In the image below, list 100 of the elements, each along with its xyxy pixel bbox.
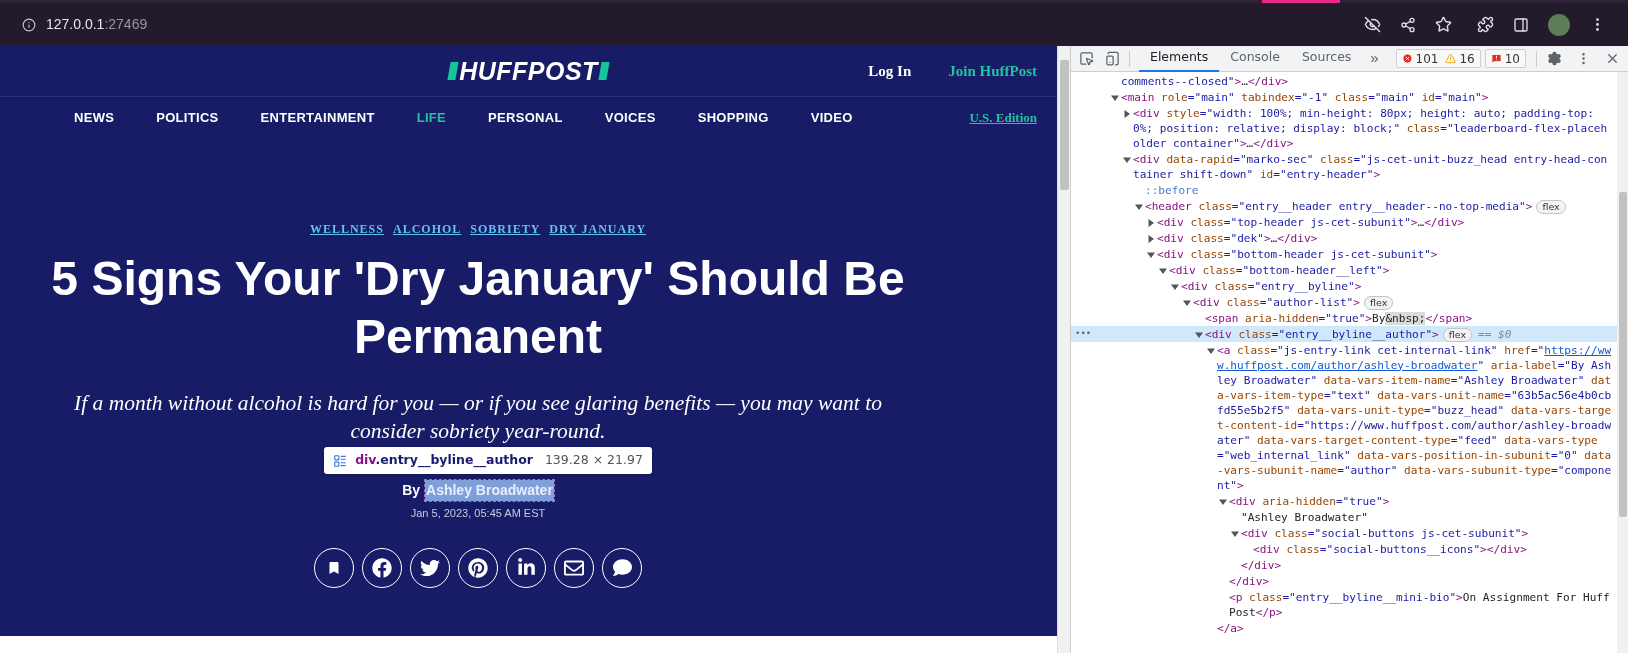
nav-link[interactable]: POLITICS — [156, 107, 219, 128]
collapsed-arrow-icon[interactable] — [1147, 234, 1155, 243]
speech-bubble-icon — [612, 558, 632, 577]
tree-row[interactable]: <main role="main" tabindex="-1" class="main" id="main"> — [1071, 89, 1617, 105]
collapsed-arrow-icon[interactable] — [1123, 109, 1131, 118]
tree-row[interactable]: <span aria-hidden="true">By&nbsp;</span> — [1071, 310, 1617, 326]
tree-row[interactable]: <div class="dek">…</div> — [1071, 230, 1617, 246]
flex-badge[interactable]: flex — [1364, 295, 1394, 310]
dom-node-markup: <div class="entry__byline__author"> — [1205, 327, 1439, 341]
dom-node-markup: <span aria-hidden="true">By&nbsp;</span> — [1205, 311, 1473, 325]
flex-badge[interactable]: flex — [1536, 199, 1566, 214]
dom-node-markup: <div class="social-buttons__icons"></div> — [1253, 542, 1527, 556]
nav-link[interactable]: SHOPPING — [697, 107, 769, 128]
flex-badge[interactable]: flex — [1442, 327, 1473, 342]
linkedin-icon — [516, 558, 536, 577]
dom-node-markup: <div data-rapid="marko-sec" class="js-cet-unit-buzz_head entry-head-container shift-down" id="entry-header"> — [1133, 152, 1608, 181]
page-scrollbar[interactable] — [1057, 46, 1070, 653]
devtools-tab[interactable]: Sources — [1290, 45, 1363, 72]
expanded-arrow-icon[interactable] — [1171, 282, 1179, 291]
login-link[interactable]: Log In — [868, 59, 912, 83]
collapsed-arrow-icon[interactable] — [1147, 218, 1155, 227]
extensions-icon[interactable] — [1477, 16, 1494, 33]
expanded-arrow-icon[interactable] — [1195, 330, 1203, 339]
dom-node-markup: comments--closed">…</div> — [1121, 74, 1288, 88]
dom-node-markup: <div aria-hidden="true"> — [1229, 494, 1390, 508]
eye-off-icon[interactable] — [1364, 16, 1381, 33]
dom-node-markup: </a> — [1217, 621, 1244, 635]
dom-node-markup: </div> — [1241, 558, 1282, 572]
topic-tag-link[interactable]: WELLNESS — [309, 220, 384, 238]
tree-row[interactable]: comments--closed">…</div> — [1071, 73, 1617, 89]
more-tabs-button[interactable]: » — [1362, 47, 1387, 70]
topic-tag-link[interactable]: SOBRIETY — [470, 220, 541, 238]
close-icon[interactable] — [1605, 51, 1620, 66]
tree-row[interactable]: <div class="bottom-header__left"> — [1071, 262, 1617, 278]
nav-link[interactable]: VOICES — [604, 107, 656, 128]
profile-avatar[interactable] — [1548, 13, 1570, 36]
element-selector: div.entry__byline__author — [355, 451, 533, 470]
expanded-arrow-icon[interactable] — [1135, 202, 1143, 211]
tree-row[interactable]: <div data-rapid="marko-sec" class="js-cet-unit-buzz_head entry-head-container shift-down" id="entry-header"> — [1071, 151, 1617, 182]
pinterest-icon — [468, 557, 488, 578]
tree-row[interactable]: <div class="social-buttons__icons"></div> — [1071, 541, 1617, 557]
edition-link[interactable]: U.S. Edition — [969, 107, 1037, 128]
tree-row[interactable]: <div class="bottom-header js-cet-subunit"> — [1071, 246, 1617, 262]
nav-link[interactable]: NEWS — [74, 107, 115, 128]
join-link[interactable]: Join HuffPost — [948, 59, 1037, 83]
expanded-arrow-icon[interactable] — [1159, 266, 1167, 275]
topic-tag-link[interactable]: ALCOHOL — [392, 220, 462, 238]
dom-node-markup: <div class="dek">…</div> — [1157, 231, 1318, 245]
selected-node-reference: == $0 — [1478, 327, 1512, 341]
settings-icon[interactable] — [1547, 51, 1562, 66]
devtools-tab[interactable]: Elements — [1139, 45, 1220, 72]
article-subtitle: If a month without alcohol is hard for you — or if you see glaring benefits — you may want to consider sobriety year-round. — [73, 390, 883, 445]
issues-button[interactable]: 10 — [1484, 49, 1526, 68]
tree-row[interactable]: </div> — [1071, 557, 1617, 573]
tree-row[interactable]: <header class="entry__header entry__header--no-top-media"> flex — [1071, 198, 1617, 214]
expanded-arrow-icon[interactable] — [1123, 155, 1131, 164]
tree-row[interactable]: <div class="social-buttons js-cet-subunit"> — [1071, 525, 1617, 541]
dom-node-markup: <p class="entry__byline__mini-bio">On Assignment For HuffPost</p> — [1229, 590, 1610, 619]
info-icon[interactable] — [22, 17, 36, 32]
expanded-arrow-icon[interactable] — [1231, 529, 1239, 538]
tree-row[interactable]: </a> — [1071, 620, 1617, 636]
dom-node-markup: <div class="author-list"> — [1193, 295, 1360, 309]
tree-row[interactable]: "Ashley Broadwater" — [1071, 509, 1617, 525]
console-counts-button[interactable]: 101 16 — [1395, 49, 1481, 68]
expanded-arrow-icon[interactable] — [1183, 298, 1191, 307]
tree-row[interactable]: </div> — [1071, 573, 1617, 589]
row-actions-ellipsis[interactable]: ••• — [1075, 326, 1092, 341]
dom-node-markup: <div class="bottom-header__left"> — [1169, 263, 1390, 277]
huffpost-logo[interactable]: HUFFPOST — [449, 58, 608, 84]
device-toolbar-icon[interactable] — [1105, 51, 1120, 66]
nav-link[interactable]: PERSONAL — [488, 107, 563, 128]
tree-row[interactable]: <div aria-hidden="true"> — [1071, 493, 1617, 509]
dom-node-markup: "Ashley Broadwater" — [1241, 510, 1368, 524]
tree-row[interactable]: <p class="entry__byline__mini-bio">On Assignment For HuffPost</p> — [1071, 589, 1617, 620]
tree-row[interactable]: <div class="author-list"> flex — [1071, 294, 1617, 310]
nav-link[interactable]: ENTERTAINMENT — [260, 107, 375, 128]
tree-row[interactable]: ::before — [1071, 182, 1617, 198]
nav-link[interactable]: VIDEO — [810, 107, 853, 128]
devtools-scrollbar[interactable] — [1617, 72, 1628, 653]
dom-node-markup: <div class="bottom-header js-cet-subunit"> — [1157, 247, 1438, 261]
expanded-arrow-icon[interactable] — [1147, 250, 1155, 259]
inspect-icon[interactable] — [1079, 51, 1094, 66]
expanded-arrow-icon[interactable] — [1207, 346, 1215, 355]
tree-row[interactable]: <div class="top-header js-cet-subunit">…</div> — [1071, 214, 1617, 230]
tree-row[interactable]: <div style="width: 100%; min-height: 80px; height: auto; padding-top: 0%; position: relative; display: block;" class="leaderboard-flex-placeholder container">…</div> — [1071, 105, 1617, 151]
side-panel-icon[interactable] — [1513, 16, 1529, 33]
address-field[interactable]: 127.0.0.1:27469 — [46, 14, 148, 35]
dom-node-markup: <div class="social-buttons js-cet-subunit"> — [1241, 526, 1529, 540]
topic-tag-link[interactable]: DRY JANUARY — [549, 220, 647, 238]
share-icon[interactable] — [1400, 16, 1416, 33]
expanded-arrow-icon[interactable] — [1219, 497, 1227, 506]
bookmark-star-icon[interactable] — [1435, 16, 1452, 33]
dom-node-markup: <div style="width: 100%; min-height: 80px; height: auto; padding-top: 0%; position: relative; display: block;" class="leaderboard-flex-placeholder container">…</div> — [1133, 106, 1608, 150]
selected-tree-row[interactable]: ••• <div class="entry__byline__author"> flex == $0 — [1071, 326, 1617, 342]
devtools-tab[interactable]: Console — [1219, 45, 1291, 72]
nav-link[interactable]: LIFE — [416, 107, 447, 128]
warning-icon — [1445, 53, 1457, 64]
expanded-arrow-icon[interactable] — [1111, 93, 1119, 102]
tree-row[interactable]: <div class="entry__byline"> — [1071, 278, 1617, 294]
dom-node-markup: <header class="entry__header entry__header--no-top-media"> — [1145, 199, 1533, 213]
